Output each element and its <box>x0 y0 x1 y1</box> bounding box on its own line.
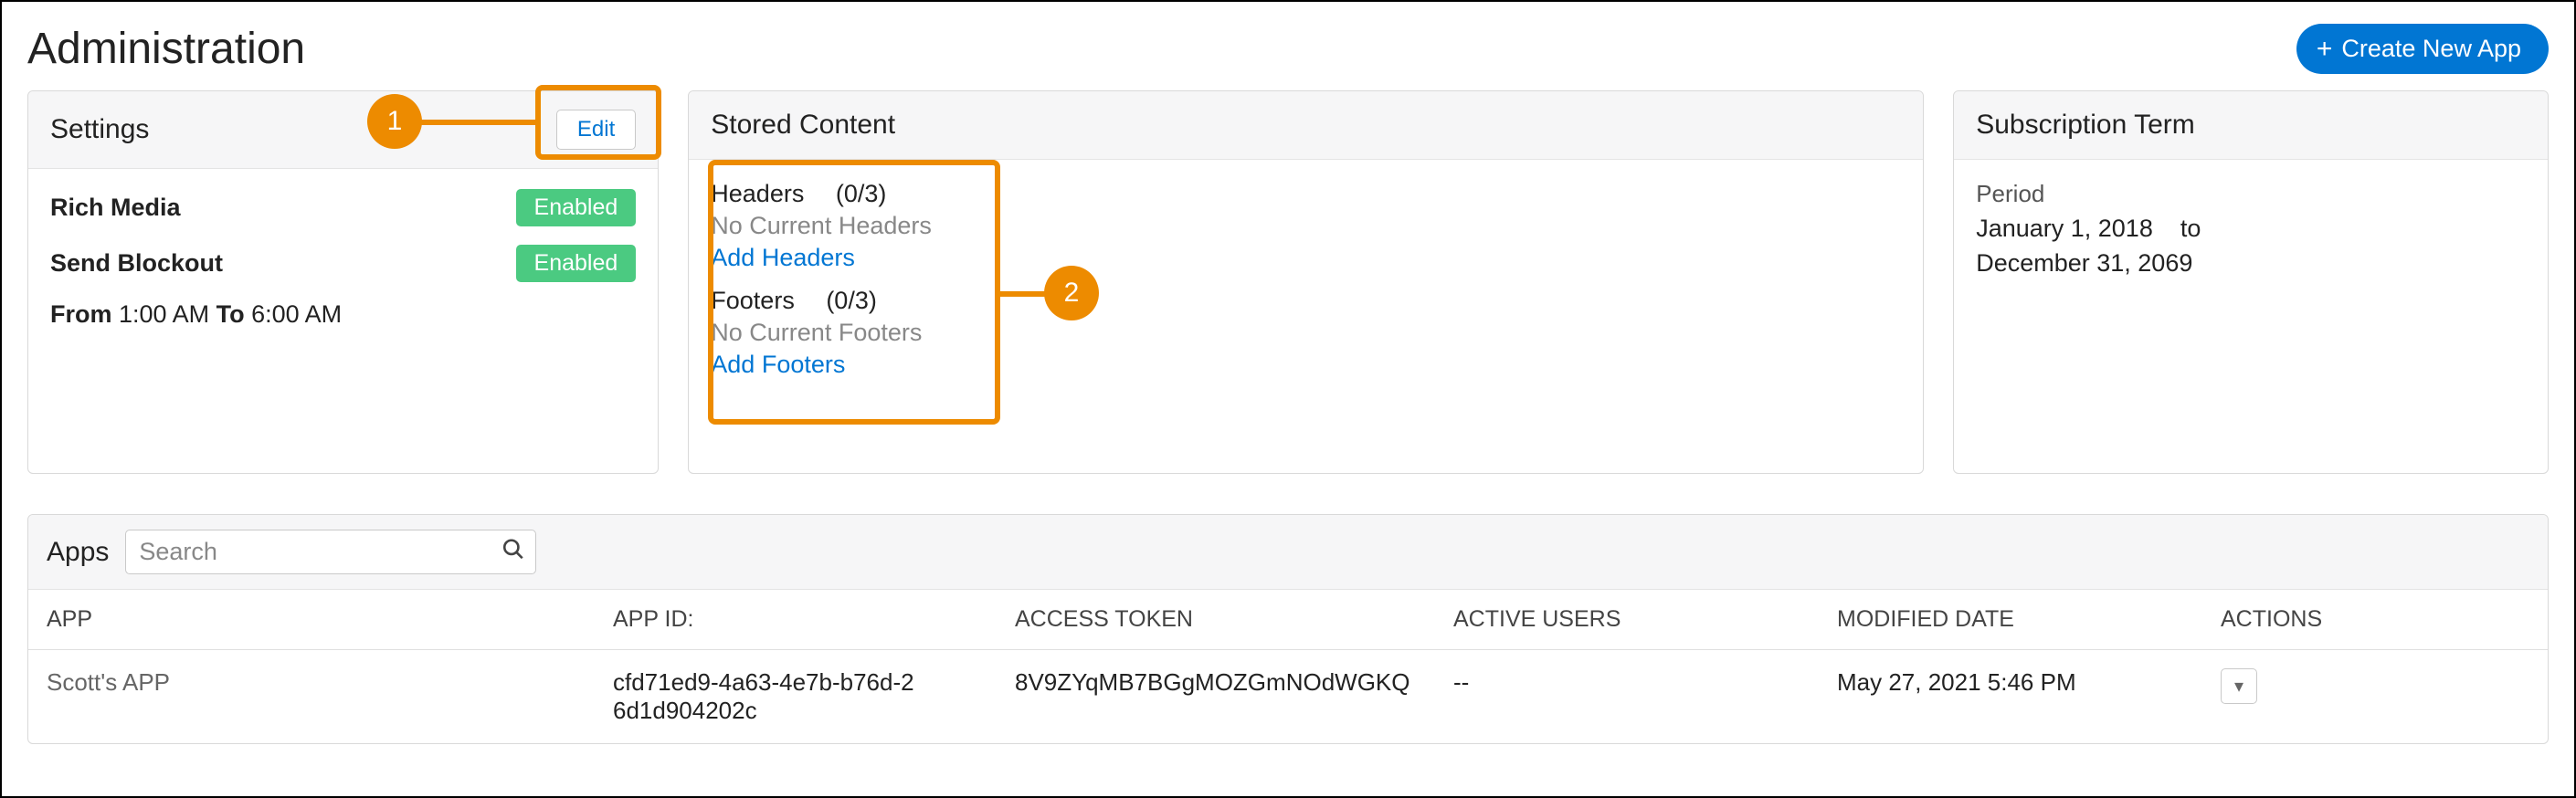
col-app-id: APP ID: <box>595 590 997 650</box>
create-new-app-label: Create New App <box>2341 35 2521 63</box>
send-blockout-status-badge: Enabled <box>516 245 637 282</box>
subscription-dates: January 1, 2018 to December 31, 2069 <box>1976 212 2526 281</box>
blockout-time-range: From 1:00 AM To 6:00 AM <box>50 300 636 329</box>
stored-content-card: Stored Content Headers (0/3) No Current … <box>688 90 1924 474</box>
settings-edit-button[interactable]: Edit <box>556 110 636 150</box>
plus-icon: + <box>2317 36 2333 63</box>
rich-media-status-badge: Enabled <box>516 189 637 226</box>
add-headers-link[interactable]: Add Headers <box>711 244 1901 272</box>
callout-1-badge: 1 <box>367 94 422 149</box>
col-app: APP <box>28 590 595 650</box>
row-actions-dropdown[interactable]: ▾ <box>2221 668 2257 704</box>
cell-app-id: cfd71ed9-4a63-4e7b-b76d-26d1d904202c <box>595 650 997 744</box>
apps-search-input[interactable] <box>125 530 536 574</box>
callout-2-line <box>1000 291 1046 297</box>
settings-title: Settings <box>50 114 149 145</box>
stored-content-title: Stored Content <box>711 110 895 141</box>
footers-title: Footers (0/3) <box>711 287 1901 315</box>
col-access-token: ACCESS TOKEN <box>997 590 1435 650</box>
col-modified: MODIFIED DATE <box>1819 590 2202 650</box>
create-new-app-button[interactable]: + Create New App <box>2296 24 2549 74</box>
cell-active-users: -- <box>1435 650 1819 744</box>
footers-none: No Current Footers <box>711 319 1901 347</box>
callout-1-line <box>420 120 537 125</box>
subscription-title: Subscription Term <box>1976 110 2195 141</box>
cell-access-token: 8V9ZYqMB7BGgMOZGmNOdWGKQ <box>997 650 1435 744</box>
apps-title: Apps <box>47 537 109 568</box>
cell-app-name: Scott's APP <box>28 650 595 744</box>
add-footers-link[interactable]: Add Footers <box>711 351 1901 379</box>
callout-2-badge: 2 <box>1044 266 1099 320</box>
search-icon <box>501 537 525 567</box>
apps-table: APP APP ID: ACCESS TOKEN ACTIVE USERS MO… <box>28 590 2548 743</box>
rich-media-label: Rich Media <box>50 194 181 222</box>
headers-none: No Current Headers <box>711 212 1901 240</box>
headers-title: Headers (0/3) <box>711 180 1901 208</box>
cell-modified: May 27, 2021 5:46 PM <box>1819 650 2202 744</box>
settings-card: Settings Edit Rich Media Enabled Send Bl… <box>27 90 659 474</box>
subscription-period-label: Period <box>1976 180 2526 208</box>
col-actions: ACTIONS <box>2202 590 2548 650</box>
col-active-users: ACTIVE USERS <box>1435 590 1819 650</box>
subscription-term-card: Subscription Term Period January 1, 2018… <box>1953 90 2549 474</box>
table-row: Scott's APP cfd71ed9-4a63-4e7b-b76d-26d1… <box>28 650 2548 744</box>
apps-panel: Apps APP APP ID: ACCESS TOKEN ACTIVE USE… <box>27 514 2549 744</box>
send-blockout-label: Send Blockout <box>50 249 223 278</box>
page-title: Administration <box>27 24 305 74</box>
chevron-down-icon: ▾ <box>2234 677 2243 697</box>
